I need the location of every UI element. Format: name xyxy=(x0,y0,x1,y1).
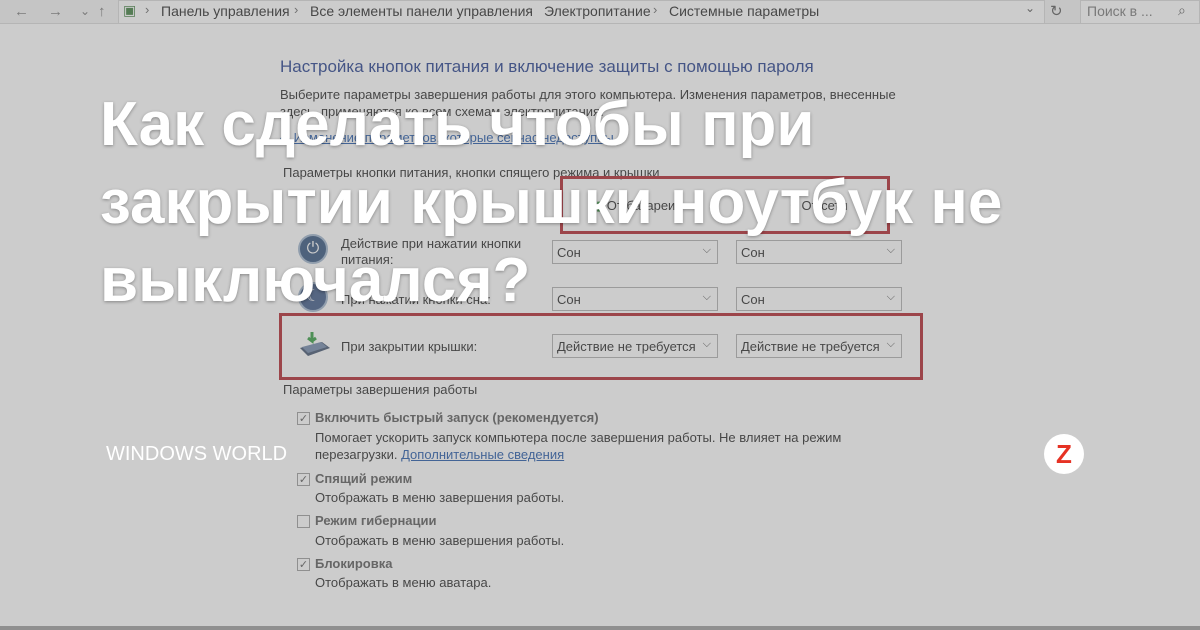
article-title: Как сделать чтобы при закрытии крышки но… xyxy=(100,90,1003,315)
zen-logo-icon: Z xyxy=(1044,434,1084,474)
brand-label: WINDOWS WORLD xyxy=(106,443,288,465)
